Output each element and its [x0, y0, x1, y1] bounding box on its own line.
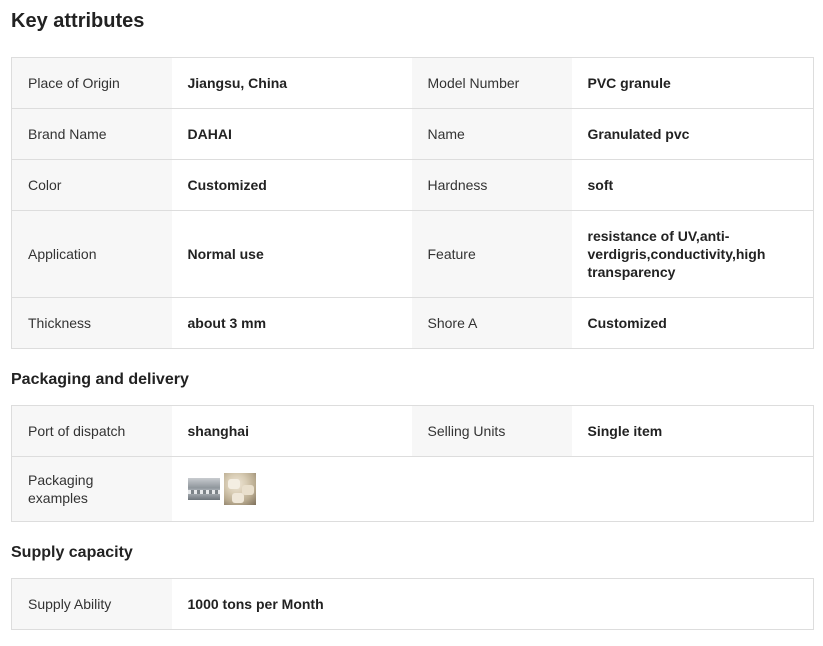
packaging-photo-thumbnail[interactable]	[223, 473, 256, 505]
table-row: Supply Ability 1000 tons per Month	[11, 578, 814, 630]
table-row: Brand Name DAHAI Name Granulated pvc	[11, 108, 814, 160]
attr-value: soft	[571, 159, 814, 211]
packaging-title: Packaging and delivery	[11, 371, 189, 388]
key-attributes-title: Key attributes	[11, 10, 145, 32]
attr-key: Thickness	[11, 297, 172, 349]
key-attributes-table: Place of Origin Jiangsu, China Model Num…	[11, 57, 814, 349]
attr-value: Single item	[571, 405, 814, 457]
packaging-table: Port of dispatch shanghai Selling Units …	[11, 405, 814, 522]
attr-key: Packaging examples	[11, 456, 172, 522]
attr-key: Place of Origin	[11, 57, 172, 109]
packaging-photo-thumbnail[interactable]	[187, 478, 220, 500]
table-row: Port of dispatch shanghai Selling Units …	[11, 405, 814, 457]
attr-value: Normal use	[171, 210, 412, 298]
attr-value: Jiangsu, China	[171, 57, 412, 109]
attr-value: Customized	[571, 297, 814, 349]
attr-key: Hardness	[411, 159, 572, 211]
attr-key: Port of dispatch	[11, 405, 172, 457]
table-row: Color Customized Hardness soft	[11, 159, 814, 211]
attr-key: Model Number	[411, 57, 572, 109]
table-row: Place of Origin Jiangsu, China Model Num…	[11, 57, 814, 109]
attr-key: Brand Name	[11, 108, 172, 160]
supply-table: Supply Ability 1000 tons per Month	[11, 578, 814, 630]
attr-value: DAHAI	[171, 108, 412, 160]
attr-value: Customized	[171, 159, 412, 211]
table-row: Application Normal use Feature resistanc…	[11, 210, 814, 298]
attr-value: PVC granule	[571, 57, 814, 109]
attr-key: Feature	[411, 210, 572, 298]
packaging-examples	[171, 456, 814, 522]
attr-value: shanghai	[171, 405, 412, 457]
supply-title: Supply capacity	[11, 544, 133, 561]
attr-key: Shore A	[411, 297, 572, 349]
thumbnail-list	[187, 473, 798, 505]
attr-key: Application	[11, 210, 172, 298]
table-row: Thickness about 3 mm Shore A Customized	[11, 297, 814, 349]
attr-value: resistance of UV,anti-verdigris,conducti…	[571, 210, 814, 298]
attr-key: Selling Units	[411, 405, 572, 457]
product-attributes-page: Key attributes Place of Origin Jiangsu, …	[0, 0, 823, 646]
attr-key: Name	[411, 108, 572, 160]
attr-value: Granulated pvc	[571, 108, 814, 160]
attr-key: Color	[11, 159, 172, 211]
attr-value: about 3 mm	[171, 297, 412, 349]
attr-key: Supply Ability	[11, 578, 172, 630]
table-row: Packaging examples	[11, 456, 814, 522]
attr-value: 1000 tons per Month	[171, 578, 814, 630]
